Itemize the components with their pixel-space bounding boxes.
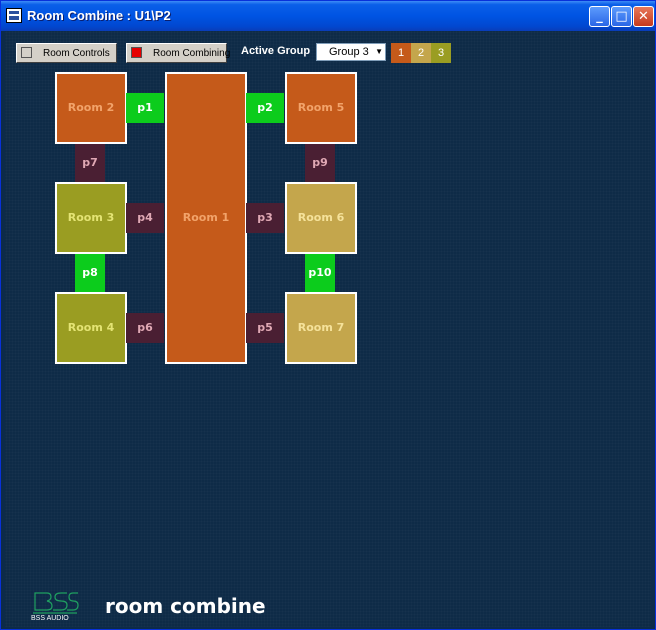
room-controls-label: Room Controls xyxy=(43,48,110,59)
port-p7[interactable]: p7 xyxy=(75,144,105,182)
group-2-button[interactable]: 2 xyxy=(411,43,431,63)
room-3[interactable]: Room 3 xyxy=(55,182,127,254)
port-p2[interactable]: p2 xyxy=(246,93,284,123)
bss-audio-text: BSS AUDIO xyxy=(31,615,69,622)
room-2[interactable]: Room 2 xyxy=(55,72,127,144)
client-area: Room Controls Room Combining Active Grou… xyxy=(5,31,651,627)
port-p10[interactable]: p10 xyxy=(305,254,335,292)
room-combine-window: Room Combine : U1\P2 _ □ ✕ Room Controls… xyxy=(0,0,656,630)
minimize-button[interactable]: _ xyxy=(589,6,610,27)
port-p1[interactable]: p1 xyxy=(126,93,164,123)
room-controls-button[interactable]: Room Controls xyxy=(16,43,117,63)
active-indicator-icon xyxy=(131,47,142,58)
port-p3[interactable]: p3 xyxy=(246,203,284,233)
room-combining-button[interactable]: Room Combining xyxy=(126,43,231,63)
room-5[interactable]: Room 5 xyxy=(285,72,357,144)
minimize-icon: _ xyxy=(596,9,603,24)
maximize-icon: □ xyxy=(615,9,628,24)
room-4[interactable]: Room 4 xyxy=(55,292,127,364)
room-7[interactable]: Room 7 xyxy=(285,292,357,364)
port-p9[interactable]: p9 xyxy=(305,144,335,182)
room-6[interactable]: Room 6 xyxy=(285,182,357,254)
active-group-value: Group 3 xyxy=(329,46,369,58)
active-group-label: Active Group xyxy=(241,45,311,57)
group-3-button[interactable]: 3 xyxy=(431,43,451,63)
room-1[interactable]: Room 1 xyxy=(165,72,247,364)
close-icon: ✕ xyxy=(638,9,649,24)
port-p5[interactable]: p5 xyxy=(246,313,284,343)
title-bar[interactable]: Room Combine : U1\P2 _ □ ✕ xyxy=(1,1,655,31)
port-p6[interactable]: p6 xyxy=(126,313,164,343)
unchecked-indicator-icon xyxy=(21,47,32,58)
port-p4[interactable]: p4 xyxy=(126,203,164,233)
window-title: Room Combine : U1\P2 xyxy=(27,8,171,23)
active-group-select[interactable]: Group 3 ▼ xyxy=(316,43,386,61)
product-name: room combine xyxy=(105,594,266,618)
room-combining-label: Room Combining xyxy=(153,48,231,59)
app-icon[interactable] xyxy=(6,8,22,23)
group-1-button[interactable]: 1 xyxy=(391,43,411,63)
close-button[interactable]: ✕ xyxy=(633,6,654,27)
chevron-down-icon: ▼ xyxy=(375,47,383,56)
maximize-button[interactable]: □ xyxy=(611,6,632,27)
port-p8[interactable]: p8 xyxy=(75,254,105,292)
